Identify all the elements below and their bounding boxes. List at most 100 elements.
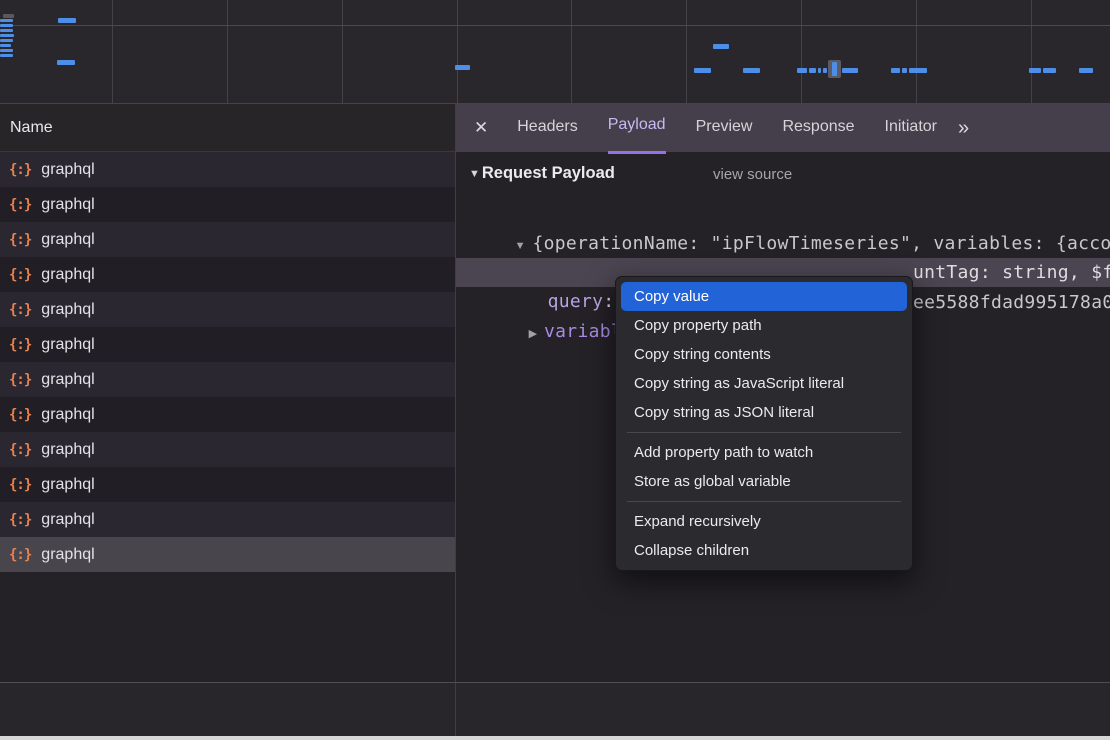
network-overview-timeline[interactable]	[0, 0, 1110, 104]
timeline-gridline	[916, 0, 917, 103]
request-row[interactable]: {:}graphql	[0, 152, 455, 187]
menu-separator	[627, 432, 901, 433]
request-payload-section-header: ▼Request Payload	[469, 164, 615, 183]
request-row[interactable]: {:} graphql	[0, 292, 455, 327]
menu-item-collapse-children[interactable]: Collapse children	[621, 536, 907, 565]
property-value-tail: untTag: string, $f	[913, 258, 1110, 287]
request-name: graphql	[41, 511, 94, 529]
timeline-selected-tick	[832, 62, 837, 76]
json-request-icon: {:}	[9, 442, 31, 458]
pane-divider	[455, 683, 456, 736]
request-name: graphql	[41, 336, 94, 354]
close-icon[interactable]: ✕	[474, 118, 488, 138]
json-request-icon: {:}	[9, 197, 31, 213]
timeline-request-bar	[891, 68, 900, 73]
request-name: graphql	[41, 266, 94, 284]
timeline-request-bar	[0, 19, 13, 22]
tab-payload[interactable]: Payload	[608, 104, 666, 154]
menu-item-copy-property-path[interactable]: Copy property path	[621, 311, 907, 340]
context-menu: Copy valueCopy property pathCopy string …	[615, 276, 913, 571]
json-request-icon: {:}	[9, 547, 31, 563]
timeline-request-bar	[0, 44, 11, 47]
request-list-pane: Name {:}graphql{:}graphql{:}graphql{:}gr…	[0, 104, 456, 682]
timeline-gridline	[686, 0, 687, 103]
column-header-label: Name	[10, 119, 53, 136]
timeline-gridline	[457, 0, 458, 103]
section-title: Request Payload	[482, 164, 615, 182]
timeline-request-bar	[909, 68, 927, 73]
request-name: graphql	[41, 546, 94, 564]
request-row[interactable]: {:} graphql	[0, 537, 455, 572]
request-row[interactable]: {:}graphql	[0, 327, 455, 362]
timeline-gridline	[801, 0, 802, 103]
request-name: graphql	[41, 476, 94, 494]
property-row-operation-name[interactable]: operationName: "ipFlowTimeseries"	[456, 229, 1110, 258]
request-name: graphql	[41, 406, 94, 424]
timeline-request-bar	[0, 34, 14, 37]
timeline-request-bar	[0, 24, 13, 27]
column-header-name[interactable]: Name	[0, 104, 455, 152]
timeline-request-bar	[797, 68, 807, 73]
timeline-gridline	[571, 0, 572, 103]
timeline-request-bar	[0, 54, 13, 57]
menu-item-store-as-global-variable[interactable]: Store as global variable	[621, 467, 907, 496]
more-tabs-icon[interactable]: »	[958, 117, 967, 140]
timeline-request-bar	[694, 68, 711, 73]
tab-response[interactable]: Response	[782, 104, 854, 152]
tab-initiator[interactable]: Initiator	[885, 104, 937, 152]
timeline-request-bar	[1029, 68, 1041, 73]
timeline-request-bar	[1043, 68, 1056, 73]
json-request-icon: {:}	[9, 477, 31, 493]
request-name: graphql	[41, 196, 94, 214]
json-request-icon: {:}	[9, 372, 31, 388]
request-rows: {:} graphql {:} graphql {:} graphql {:} graphql…	[0, 152, 455, 572]
menu-item-copy-string-contents[interactable]: Copy string contents	[621, 340, 907, 369]
menu-item-copy-string-as-json-literal[interactable]: Copy string as JSON literal	[621, 398, 907, 427]
timeline-request-bar	[1079, 68, 1093, 73]
timeline-gridline	[1031, 0, 1032, 103]
request-row[interactable]: {:} graphql	[0, 257, 455, 292]
menu-item-copy-value[interactable]: Copy value	[621, 282, 907, 311]
menu-item-expand-recursively[interactable]: Expand recursively	[621, 507, 907, 536]
expand-triangle-icon[interactable]: ▶	[529, 328, 537, 340]
timeline-request-bar	[455, 65, 470, 70]
tabs-container: Headers Payload Preview Response Initiator	[502, 104, 952, 154]
json-request-icon: {:}	[9, 407, 31, 423]
timeline-request-bar	[842, 68, 858, 73]
request-row[interactable]: {:} graphql	[0, 432, 455, 467]
menu-item-copy-string-as-javascript-literal[interactable]: Copy string as JavaScript literal	[621, 369, 907, 398]
timeline-request-bar	[58, 18, 76, 23]
tab-preview[interactable]: Preview	[696, 104, 753, 152]
json-request-icon: {:}	[9, 267, 31, 283]
request-name: graphql	[41, 371, 94, 389]
timeline-request-bar	[902, 68, 907, 73]
tab-headers[interactable]: Headers	[517, 104, 577, 152]
request-row[interactable]: {:} graphql	[0, 467, 455, 502]
request-row[interactable]: {:} graphql	[0, 222, 455, 257]
request-row[interactable]: {:} graphql	[0, 397, 455, 432]
json-request-icon: {:}	[9, 232, 31, 248]
timeline-request-bar	[57, 60, 75, 65]
menu-item-add-property-path-to-watch[interactable]: Add property path to watch	[621, 438, 907, 467]
collapse-triangle-icon[interactable]: ▼	[469, 168, 480, 180]
request-name: graphql	[41, 161, 94, 179]
timeline-request-bar	[743, 68, 760, 73]
timeline-gridline	[342, 0, 343, 103]
property-value-tail: ee5588fdad995178a0	[913, 288, 1110, 317]
timeline-request-bar	[818, 68, 821, 73]
view-source-link[interactable]: view source	[713, 166, 792, 183]
request-name: graphql	[41, 441, 94, 459]
timeline-request-bar	[0, 29, 13, 32]
payload-preview-row[interactable]: ▼{operationName: "ipFlowTimeseries", var…	[456, 200, 1110, 229]
request-row[interactable]: {:} graphql	[0, 187, 455, 222]
timeline-horizontal-line	[0, 25, 1110, 26]
summary-footer	[0, 682, 1110, 736]
request-row[interactable]: {:}graphql	[0, 502, 455, 537]
request-name: graphql	[41, 301, 94, 319]
json-request-icon: {:}	[9, 302, 31, 318]
timeline-request-bar	[713, 44, 729, 49]
request-name: graphql	[41, 231, 94, 249]
timeline-gridline	[227, 0, 228, 103]
request-row[interactable]: {:} graphql	[0, 362, 455, 397]
details-tabbar: ✕ Headers Payload Preview Response Initiator…	[456, 104, 1110, 152]
